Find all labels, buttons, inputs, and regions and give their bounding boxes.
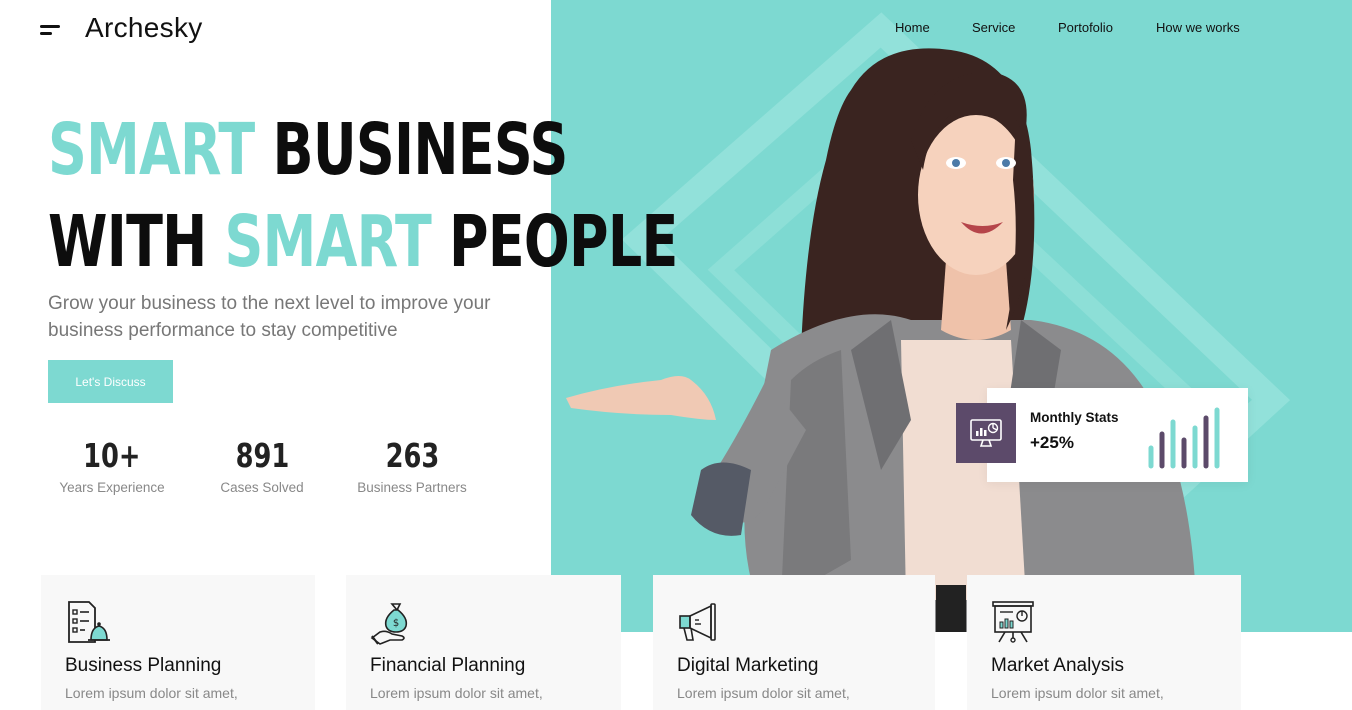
service-card-digital-marketing[interactable]: Digital Marketing Lorem ipsum dolor sit … — [653, 575, 935, 710]
stat-value: 263 — [385, 436, 439, 475]
stat-years-experience: 10+ Years Experience — [37, 436, 187, 495]
hero-subtitle: Grow your business to the next level to … — [48, 293, 491, 341]
stat-label: Business Partners — [357, 480, 467, 495]
hero-headline-line-1: SMART BUSINESS — [48, 112, 568, 188]
decorative-diamond-shape — [621, 12, 1291, 632]
nav-portfolio[interactable]: Portofolio — [1058, 20, 1113, 35]
presentation-board-icon — [992, 601, 1034, 643]
stat-value: 891 — [235, 436, 289, 475]
service-text: Lorem ipsum dolor sit amet, — [370, 685, 543, 701]
svg-text:$: $ — [393, 618, 399, 629]
money-bag-hand-icon: $ — [370, 603, 408, 645]
stat-business-partners: 263 Business Partners — [337, 436, 487, 495]
megaphone-icon — [679, 603, 716, 641]
stat-cases-solved: 891 Cases Solved — [187, 436, 337, 495]
stat-label: Cases Solved — [220, 480, 304, 495]
stat-value: 10+ — [83, 436, 141, 475]
nav-service[interactable]: Service — [972, 20, 1015, 35]
headline-accent-smart-2: SMART — [224, 200, 432, 283]
lets-discuss-button[interactable]: Let's Discuss — [48, 360, 173, 403]
checklist-bell-icon — [68, 601, 110, 643]
service-text: Lorem ipsum dolor sit amet, — [65, 685, 238, 701]
menu-lines-icon[interactable] — [40, 24, 62, 36]
nav-how-we-works[interactable]: How we works — [1156, 20, 1240, 35]
headline-accent-smart: SMART — [48, 108, 255, 191]
mini-bar-chart-icon — [1148, 407, 1220, 469]
monthly-stats-value: +25% — [1030, 433, 1074, 452]
service-card-business-planning[interactable]: Business Planning Lorem ipsum dolor sit … — [41, 575, 315, 710]
hero-teal-panel — [551, 0, 1352, 632]
service-title: Financial Planning — [370, 655, 526, 676]
service-text: Lorem ipsum dolor sit amet, — [677, 685, 850, 701]
service-text: Lorem ipsum dolor sit amet, — [991, 685, 1164, 701]
brand-logo[interactable]: Archesky — [85, 12, 203, 44]
service-title: Market Analysis — [991, 655, 1125, 676]
monthly-stats-card: Monthly Stats +25% — [956, 388, 1248, 482]
stat-label: Years Experience — [59, 480, 165, 495]
service-card-financial-planning[interactable]: $ Financial Planning Lorem ipsum dolor s… — [346, 575, 621, 710]
headline-business: BUSINESS — [272, 108, 568, 191]
monitor-chart-icon — [956, 403, 1016, 463]
service-title: Digital Marketing — [677, 655, 819, 676]
service-card-market-analysis[interactable]: Market Analysis Lorem ipsum dolor sit am… — [967, 575, 1241, 710]
headline-with: WITH — [48, 200, 207, 283]
headline-people: PEOPLE — [449, 200, 678, 283]
service-title: Business Planning — [65, 655, 222, 676]
nav-home[interactable]: Home — [895, 20, 930, 35]
hero-headline-line-2: WITH SMART PEOPLE — [48, 204, 678, 280]
monthly-stats-title: Monthly Stats — [1030, 410, 1119, 425]
